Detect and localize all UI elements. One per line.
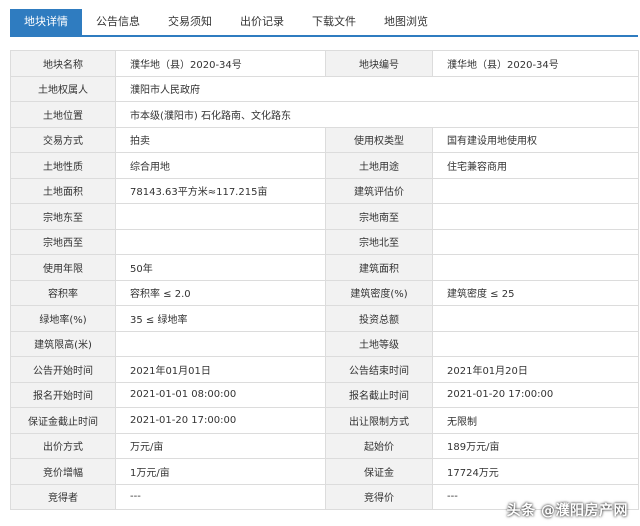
- field-label: 公告结束时间: [325, 356, 433, 383]
- field-value: 濮华地（县）2020-34号: [432, 50, 639, 77]
- field-label: 容积率: [10, 279, 116, 306]
- field-value: [432, 177, 639, 204]
- land-details-table: 地块名称 濮华地（县）2020-34号 地块编号 濮华地（县）2020-34号 土地权属…: [10, 50, 639, 510]
- field-label: 土地位置: [10, 101, 116, 128]
- field-label: 绿地率(%): [10, 305, 116, 332]
- table-row: 地块名称 濮华地（县）2020-34号 地块编号 濮华地（县）2020-34号: [10, 50, 639, 77]
- field-label: 建筑评估价: [325, 177, 433, 204]
- field-label: 起始价: [325, 432, 433, 459]
- field-label: 竞得者: [10, 483, 116, 510]
- field-label: 土地面积: [10, 177, 116, 204]
- table-row: 交易方式 拍卖 使用权类型 国有建设用地使用权: [10, 126, 639, 153]
- field-label: 出价方式: [10, 432, 116, 459]
- tab-land-details[interactable]: 地块详情: [10, 9, 82, 35]
- tab-trading-notice[interactable]: 交易须知: [162, 9, 218, 35]
- table-row: 土地位置 市本级(濮阳市) 石化路南、文化路东: [10, 101, 639, 128]
- watermark: 头条 @濮阳房产网: [506, 503, 628, 519]
- field-label: 投资总额: [325, 305, 433, 332]
- field-value: 建筑密度 ≤ 25: [432, 279, 639, 306]
- field-value: [115, 203, 326, 230]
- table-row: 建筑限高(米) 土地等级: [10, 330, 639, 357]
- field-label: 宗地东至: [10, 203, 116, 230]
- field-label: 土地用途: [325, 152, 433, 179]
- field-label: 保证金: [325, 458, 433, 485]
- field-value: 万元/亩: [115, 432, 326, 459]
- field-value: 无限制: [432, 407, 639, 434]
- field-value: [115, 330, 326, 357]
- field-label: 交易方式: [10, 126, 116, 153]
- field-value: [432, 305, 639, 332]
- field-label: 土地等级: [325, 330, 433, 357]
- table-row: 土地性质 综合用地 土地用途 住宅兼容商用: [10, 152, 639, 179]
- field-label: 地块编号: [325, 50, 433, 77]
- field-value: 市本级(濮阳市) 石化路南、文化路东: [115, 101, 639, 128]
- field-label: 建筑密度(%): [325, 279, 433, 306]
- field-label: 公告开始时间: [10, 356, 116, 383]
- tab-bar: 地块详情 公告信息 交易须知 出价记录 下载文件 地图浏览: [10, 9, 638, 37]
- field-value: ---: [115, 483, 326, 510]
- field-label: 报名截止时间: [325, 381, 433, 408]
- table-row: 保证金截止时间 2021-01-20 17:00:00 出让限制方式 无限制: [10, 407, 639, 434]
- field-label: 竞价增幅: [10, 458, 116, 485]
- field-value: 拍卖: [115, 126, 326, 153]
- field-label: 宗地北至: [325, 228, 433, 255]
- field-value: 78143.63平方米≈117.215亩: [115, 177, 326, 204]
- tab-download-files[interactable]: 下载文件: [306, 9, 362, 35]
- field-label: 使用权类型: [325, 126, 433, 153]
- table-row: 出价方式 万元/亩 起始价 189万元/亩: [10, 432, 639, 459]
- table-row: 使用年限 50年 建筑面积: [10, 254, 639, 281]
- field-value: 1万元/亩: [115, 458, 326, 485]
- table-row: 土地面积 78143.63平方米≈117.215亩 建筑评估价: [10, 177, 639, 204]
- field-value: 濮华地（县）2020-34号: [115, 50, 326, 77]
- field-value: [115, 228, 326, 255]
- field-value: [432, 254, 639, 281]
- table-row: 绿地率(%) 35 ≤ 绿地率 投资总额: [10, 305, 639, 332]
- field-value: [432, 330, 639, 357]
- field-value: 17724万元: [432, 458, 639, 485]
- table-row: 容积率 容积率 ≤ 2.0 建筑密度(%) 建筑密度 ≤ 25: [10, 279, 639, 306]
- table-row: 报名开始时间 2021-01-01 08:00:00 报名截止时间 2021-01-2…: [10, 381, 639, 408]
- field-label: 宗地南至: [325, 203, 433, 230]
- field-label: 土地权属人: [10, 75, 116, 102]
- table-row: 宗地西至 宗地北至: [10, 228, 639, 255]
- field-label: 建筑面积: [325, 254, 433, 281]
- field-value: 国有建设用地使用权: [432, 126, 639, 153]
- field-value: [432, 203, 639, 230]
- table-row: 土地权属人 濮阳市人民政府: [10, 75, 639, 102]
- field-label: 土地性质: [10, 152, 116, 179]
- table-row: 宗地东至 宗地南至: [10, 203, 639, 230]
- field-label: 使用年限: [10, 254, 116, 281]
- field-value: 综合用地: [115, 152, 326, 179]
- field-value: 2021-01-20 17:00:00: [432, 381, 639, 408]
- field-label: 报名开始时间: [10, 381, 116, 408]
- tab-announcement[interactable]: 公告信息: [90, 9, 146, 35]
- field-value: [432, 228, 639, 255]
- field-value: 50年: [115, 254, 326, 281]
- field-value: 2021-01-01 08:00:00: [115, 381, 326, 408]
- field-value: 住宅兼容商用: [432, 152, 639, 179]
- field-value: 容积率 ≤ 2.0: [115, 279, 326, 306]
- tab-map-view[interactable]: 地图浏览: [378, 9, 434, 35]
- field-label: 出让限制方式: [325, 407, 433, 434]
- field-label: 建筑限高(米): [10, 330, 116, 357]
- field-label: 地块名称: [10, 50, 116, 77]
- table-row: 公告开始时间 2021年01月01日 公告结束时间 2021年01月20日: [10, 356, 639, 383]
- field-label: 宗地西至: [10, 228, 116, 255]
- table-row: 竞价增幅 1万元/亩 保证金 17724万元: [10, 458, 639, 485]
- field-value: 35 ≤ 绿地率: [115, 305, 326, 332]
- field-label: 竞得价: [325, 483, 433, 510]
- field-value: 189万元/亩: [432, 432, 639, 459]
- field-value: 2021年01月20日: [432, 356, 639, 383]
- field-value: 濮阳市人民政府: [115, 75, 639, 102]
- tab-bid-records[interactable]: 出价记录: [234, 9, 290, 35]
- field-label: 保证金截止时间: [10, 407, 116, 434]
- field-value: 2021-01-20 17:00:00: [115, 407, 326, 434]
- field-value: 2021年01月01日: [115, 356, 326, 383]
